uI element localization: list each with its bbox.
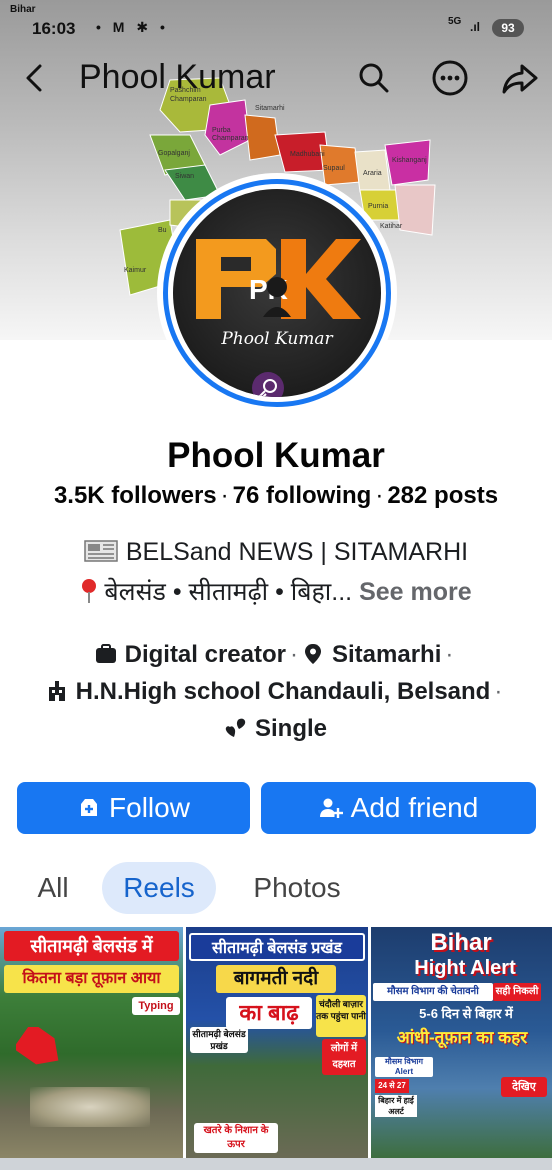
network-type-icon: 5G: [448, 16, 462, 27]
detail-line-1: Digital creator · Sitamarhi ·: [0, 641, 552, 669]
add-friend-label: Add friend: [350, 792, 479, 823]
reel-side-note: चंदौली बाज़ार तक पहुंचा पानी: [316, 995, 366, 1037]
reel-see-label: देखिए: [501, 1077, 547, 1097]
svg-text:Madhubani: Madhubani: [290, 151, 325, 158]
reel-headline-2: कितना बड़ा तूफ़ान आया: [4, 965, 179, 993]
follow-label: Follow: [109, 792, 190, 823]
carrier-label: Bihar: [10, 4, 36, 15]
status-bar: Bihar 16:03 • M ✱ • 5G .ıl 93: [0, 0, 552, 44]
tab-reels[interactable]: Reels: [102, 862, 216, 914]
back-arrow-icon[interactable]: [18, 60, 54, 96]
svg-text:Kishanganj: Kishanganj: [392, 157, 427, 164]
add-friend-button[interactable]: Add friend: [261, 782, 536, 834]
avatar-name-text: Phool Kumar: [221, 329, 333, 349]
pk-logo: PK: [196, 239, 361, 319]
reel-red-box: लोगों में दहशत: [322, 1039, 366, 1075]
status-time: 16:03: [32, 19, 76, 38]
reel-headline-5: आंधी-तूफ़ान का कहर: [396, 1028, 528, 1047]
add-person-icon: [319, 798, 343, 818]
followers-count[interactable]: 3.5K followers: [54, 482, 217, 509]
bottom-edge: [0, 1158, 552, 1170]
reel-small-label: मौसम विभाग Alert: [375, 1057, 433, 1077]
reel-warning: खतरे के निशान के ऊपर: [194, 1123, 278, 1153]
profile-name: Phool Kumar: [167, 436, 385, 475]
svg-text:Katihar: Katihar: [380, 223, 403, 230]
reel-headline-3: मौसम विभाग की चेतावनी: [373, 983, 493, 1001]
red-pin-icon: [82, 579, 97, 603]
reel-headline-4: 5-6 दिन से बिहार में: [419, 1006, 513, 1021]
school-icon: [48, 681, 65, 701]
header-title: Phool Kumar: [79, 58, 276, 96]
reel-headline-1: सीतामढ़ी बेलसंड प्रखंड: [189, 933, 365, 961]
tab-photos[interactable]: Photos: [232, 862, 362, 914]
svg-text:Supaul: Supaul: [323, 165, 345, 172]
relationship-text: Single: [254, 715, 327, 742]
category-text: Digital creator: [124, 641, 286, 668]
reel-date-box: 24 से 27: [375, 1079, 409, 1093]
detail-line-2: H.N.High school Chandauli, Belsand ·: [0, 678, 552, 706]
svg-text:Sitamarhi: Sitamarhi: [255, 105, 285, 112]
reel-tag: Typing: [132, 997, 180, 1015]
svg-text:Araria: Araria: [363, 170, 382, 177]
svg-text:Champaran: Champaran: [170, 96, 207, 103]
reel-headline-1: Bihar: [430, 929, 492, 956]
profile-picture[interactable]: PK Phool Kumar: [157, 173, 397, 413]
svg-text:Champaran: Champaran: [212, 135, 249, 142]
signal-icon: .ıl: [470, 20, 481, 34]
briefcase-icon: [95, 644, 116, 663]
search-icon[interactable]: [354, 58, 394, 98]
svg-text:Gopalganj: Gopalganj: [158, 150, 190, 157]
reel-thumbnail[interactable]: सीतामढ़ी बेलसंड प्रखंड बागमती नदी का बाढ…: [186, 927, 368, 1158]
more-options-icon[interactable]: [430, 58, 470, 98]
tab-all[interactable]: All: [22, 862, 84, 914]
share-icon[interactable]: [500, 58, 540, 98]
bio-text-2: बेलसंड • सीतामढ़ी • बिहा...: [104, 578, 353, 606]
reel-thumbnail[interactable]: Bihar Hight Alert मौसम विभाग की चेतावनी …: [371, 927, 552, 1158]
follow-button[interactable]: Follow: [17, 782, 250, 834]
reel-small-label: सीतामढ़ी बेलसंड प्रखंड: [190, 1027, 248, 1053]
water-splash: [30, 1087, 150, 1127]
posts-count: 282 posts: [387, 482, 499, 509]
battery-icon: 93: [492, 19, 524, 37]
svg-text:Bu: Bu: [158, 227, 167, 234]
avatar-image: PK Phool Kumar: [173, 189, 381, 397]
school-text[interactable]: H.N.High school Chandauli, Belsand: [76, 678, 491, 705]
reel-badge: सही निकली: [493, 983, 541, 1001]
following-count[interactable]: 76 following: [233, 482, 372, 509]
red-arrow-icon: [16, 1027, 59, 1066]
reel-headline-2: Hight Alert: [414, 957, 516, 979]
reel-headline-2: बागमती नदी: [216, 965, 336, 993]
location-pin-icon: [305, 644, 321, 664]
location-text[interactable]: Sitamarhi: [332, 641, 441, 668]
bio-text-1: BELSand NEWS | SITAMARHI: [125, 538, 469, 566]
svg-text:Purba: Purba: [212, 127, 231, 134]
story-ring: PK Phool Kumar: [163, 179, 391, 407]
follow-icon: [81, 799, 98, 816]
profile-stats: 3.5K followers · 76 following · 282 posts: [53, 482, 499, 509]
see-more-link[interactable]: See more: [359, 578, 472, 606]
svg-text:Purnia: Purnia: [368, 203, 388, 210]
hearts-icon: [225, 718, 246, 737]
reel-headline-3: का बाढ़: [226, 997, 312, 1029]
bio-line-2: बेलसंड • सीतामढ़ी • बिहा... See more: [0, 574, 552, 608]
notification-icons: • M ✱ •: [96, 19, 169, 35]
newspaper-icon: [84, 540, 118, 562]
svg-text:Siwan: Siwan: [175, 173, 194, 180]
detail-line-3: Single: [0, 715, 552, 743]
bio-line-1: BELSand NEWS | SITAMARHI: [0, 538, 552, 567]
reel-thumbnail[interactable]: सीतामढ़ी बेलसंड में कितना बड़ा तूफ़ान आय…: [0, 927, 183, 1158]
svg-text:Kaimur: Kaimur: [124, 267, 147, 274]
creator-badge-icon: [252, 372, 284, 397]
reel-headline-1: सीतामढ़ी बेलसंड में: [4, 931, 179, 961]
reel-small-label-2: बिहार में हाई अलर्ट: [375, 1095, 417, 1117]
